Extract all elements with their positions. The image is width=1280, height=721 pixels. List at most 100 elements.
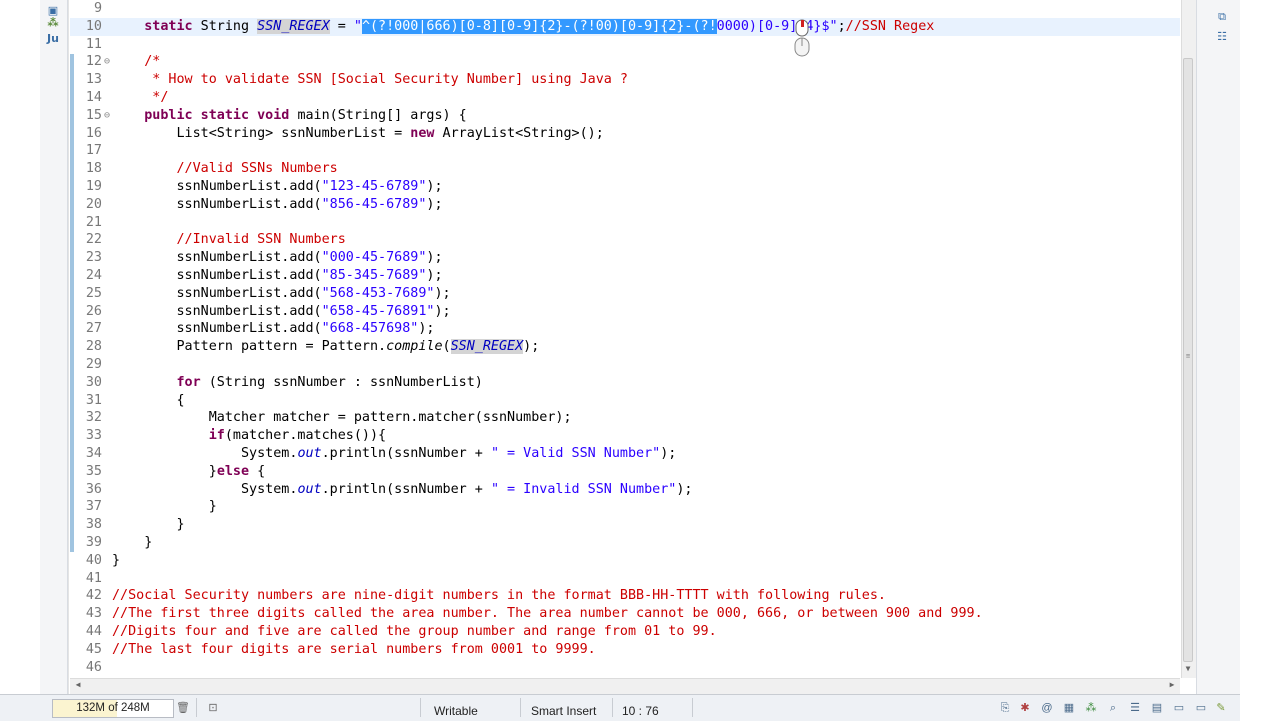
- maximize-view-icon[interactable]: ▭: [1194, 701, 1208, 715]
- code-text: //Digits four and five are called the gr…: [112, 623, 717, 641]
- horizontal-scrollbar[interactable]: [70, 678, 1180, 695]
- code-line[interactable]: 20 ssnNumberList.add("856-45-6789");: [70, 196, 1180, 214]
- code-token: }: [112, 517, 185, 533]
- code-token: List<String> ssnNumberList =: [112, 125, 411, 141]
- code-token: String: [192, 18, 258, 34]
- code-line[interactable]: 11: [70, 36, 1180, 54]
- code-token: );: [418, 321, 435, 337]
- code-line[interactable]: 19 ssnNumberList.add("123-45-6789");: [70, 178, 1180, 196]
- code-line[interactable]: 35 }else {: [70, 463, 1180, 481]
- line-number: 18: [85, 161, 102, 177]
- outline-icon[interactable]: ☷: [1214, 30, 1230, 44]
- code-line[interactable]: 17: [70, 142, 1180, 160]
- code-text: //Invalid SSN Numbers: [112, 231, 345, 249]
- code-text: }: [112, 552, 120, 570]
- code-line[interactable]: 46: [70, 659, 1180, 677]
- code-line[interactable]: 14 */: [70, 89, 1180, 107]
- scrollbar-thumb[interactable]: [1183, 58, 1193, 662]
- code-line[interactable]: 23 ssnNumberList.add("000-45-7689");: [70, 249, 1180, 267]
- code-token: );: [434, 303, 451, 319]
- debug-icon[interactable]: ✱: [1018, 701, 1032, 715]
- perspective-icon[interactable]: ⎘: [998, 701, 1012, 715]
- string-literal: "568-453-7689": [321, 285, 435, 301]
- new-window-icon[interactable]: ⊡: [206, 701, 220, 715]
- search-view-icon[interactable]: ⌕: [1106, 701, 1120, 715]
- code-text: ssnNumberList.add("123-45-6789");: [112, 178, 442, 196]
- code-token: ;: [837, 18, 846, 34]
- console-icon[interactable]: ▦: [1062, 701, 1076, 715]
- code-line[interactable]: 10 static String SSN_REGEX = "^(?!000|66…: [70, 17, 1180, 36]
- code-line[interactable]: 41: [70, 570, 1180, 588]
- code-line[interactable]: 36 System.out.println(ssnNumber + " = In…: [70, 481, 1180, 499]
- code-token: );: [426, 196, 443, 212]
- code-token: .println(ssnNumber +: [321, 481, 491, 497]
- hierarchy-view-icon[interactable]: ⁂: [1084, 701, 1098, 715]
- code-token: ssnNumberList.add(: [112, 285, 322, 301]
- restore-icon[interactable]: ⧉: [1214, 10, 1230, 24]
- code-line[interactable]: 44 //Digits four and five are called the …: [70, 623, 1180, 641]
- code-token: main(String[] args) {: [297, 107, 467, 123]
- code-line[interactable]: 12 ⊖ /*: [70, 53, 1180, 71]
- code-line[interactable]: 26 ssnNumberList.add("658-45-76891");: [70, 303, 1180, 321]
- scroll-left-arrow-icon[interactable]: ◀: [72, 680, 84, 692]
- comment: //The last four digits are serial number…: [112, 641, 596, 657]
- code-line[interactable]: 27 ssnNumberList.add("668-457698");: [70, 320, 1180, 338]
- mouse-cursor-icon: [794, 19, 810, 57]
- hierarchy-icon[interactable]: ⁂: [44, 16, 62, 30]
- code-line[interactable]: 24 ssnNumberList.add("85-345-7689");: [70, 267, 1180, 285]
- code-line[interactable]: 13 * How to validate SSN [Social Securit…: [70, 71, 1180, 89]
- code-text: List<String> ssnNumberList = new ArrayLi…: [112, 125, 603, 143]
- code-text: Pattern pattern = Pattern.compile(SSN_RE…: [112, 338, 539, 356]
- minimize-view-icon[interactable]: ▭: [1172, 701, 1186, 715]
- line-number: 23: [85, 250, 102, 266]
- code-line[interactable]: 34 System.out.println(ssnNumber + " = Va…: [70, 445, 1180, 463]
- string-literal: "000-45-7689": [321, 250, 427, 266]
- code-line[interactable]: 43 //The first three digits called the ar…: [70, 605, 1180, 623]
- properties-icon[interactable]: ▤: [1150, 701, 1164, 715]
- code-line[interactable]: 29: [70, 356, 1180, 374]
- code-token: }: [112, 535, 153, 550]
- code-line[interactable]: 18 //Valid SSNs Numbers: [70, 160, 1180, 178]
- line-number: 31: [85, 392, 102, 408]
- code-token: System.: [112, 481, 298, 497]
- code-text: //The last four digits are serial number…: [112, 641, 596, 659]
- garbage-collect-icon[interactable]: 🗑: [176, 701, 190, 715]
- code-line[interactable]: 39 }: [70, 534, 1180, 552]
- code-token: .println(ssnNumber +: [321, 446, 491, 461]
- code-line[interactable]: 15 ⊖ public static void main(String[] arg…: [70, 107, 1180, 125]
- code-line[interactable]: 33 if(matcher.matches()){: [70, 427, 1180, 445]
- field-name: SSN_REGEX: [450, 339, 524, 355]
- scroll-down-arrow-icon[interactable]: ▼: [1183, 664, 1193, 674]
- code-text: ssnNumberList.add("568-453-7689");: [112, 285, 450, 303]
- code-line[interactable]: 32 Matcher matcher = pattern.matcher(ssn…: [70, 409, 1180, 427]
- code-editor[interactable]: 9 10 static String SSN_REGEX = "^(?!000|6…: [70, 0, 1180, 678]
- scroll-right-arrow-icon[interactable]: ▶: [1166, 680, 1178, 692]
- line-number: 15: [85, 107, 102, 123]
- code-line[interactable]: 38 }: [70, 516, 1180, 534]
- feather-icon[interactable]: ✎: [1214, 701, 1228, 715]
- code-line[interactable]: 40}: [70, 552, 1180, 570]
- web-icon[interactable]: @: [1040, 701, 1054, 715]
- code-line[interactable]: 28 Pattern pattern = Pattern.compile(SSN…: [70, 338, 1180, 356]
- code-line[interactable]: 45 //The last four digits are serial numb…: [70, 641, 1180, 659]
- code-token: (matcher.matches()){: [224, 428, 387, 444]
- line-number: 14: [85, 90, 102, 105]
- code-line[interactable]: 37 }: [70, 498, 1180, 516]
- code-line[interactable]: 42 //Social Security numbers are nine-dig…: [70, 587, 1180, 605]
- heap-status[interactable]: 132M of 248M: [52, 699, 174, 718]
- line-number: 28: [85, 339, 102, 355]
- code-line[interactable]: 9: [70, 0, 1180, 18]
- code-line[interactable]: 21: [70, 214, 1180, 232]
- code-line[interactable]: 25 ssnNumberList.add("568-453-7689");: [70, 285, 1180, 303]
- code-text: */: [112, 89, 168, 107]
- code-line[interactable]: 31 {: [70, 392, 1180, 410]
- code-line[interactable]: 30 for (String ssnNumber : ssnNumberList…: [70, 374, 1180, 392]
- code-token: System.: [112, 446, 298, 461]
- tasks-icon[interactable]: ☰: [1128, 701, 1142, 715]
- junit-icon[interactable]: Ju: [44, 32, 62, 46]
- line-number: 45: [85, 641, 102, 657]
- code-line[interactable]: 22 //Invalid SSN Numbers: [70, 231, 1180, 249]
- code-line[interactable]: 16 List<String> ssnNumberList = new Arra…: [70, 125, 1180, 143]
- code-text: System.out.println(ssnNumber + " = Valid…: [112, 445, 676, 463]
- string-literal: "668-457698": [321, 321, 419, 337]
